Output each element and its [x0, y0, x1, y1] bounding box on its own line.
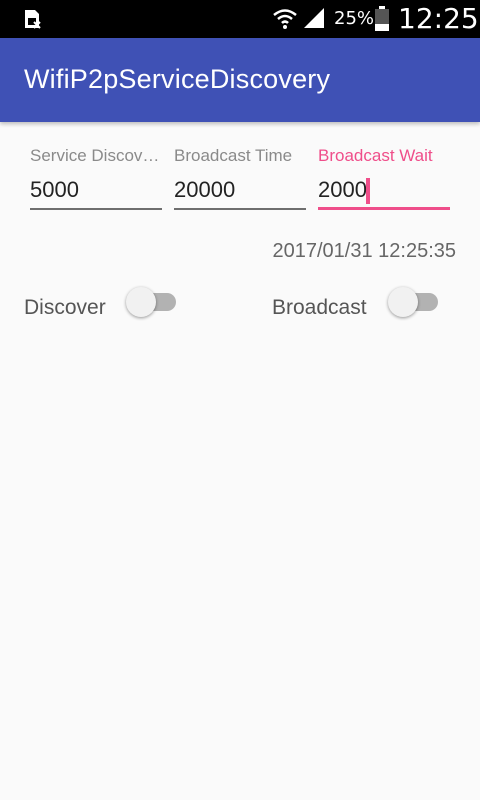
broadcast-wait-label: Broadcast Wait: [318, 146, 433, 165]
discover-label: Discover: [24, 296, 106, 319]
service-discovery-field[interactable]: Service Discov…: [30, 146, 162, 216]
discover-switch[interactable]: [126, 287, 182, 317]
status-time: 12:25: [398, 2, 479, 35]
broadcast-time-field[interactable]: Broadcast Time: [174, 146, 306, 216]
broadcast-switch-thumb: [388, 287, 418, 317]
text-caret: [366, 178, 370, 204]
broadcast-time-input[interactable]: [174, 170, 306, 210]
broadcast-wait-field[interactable]: Broadcast Wait: [318, 146, 450, 216]
broadcast-time-underline: [174, 208, 306, 210]
service-discovery-underline: [30, 208, 162, 210]
discover-switch-thumb: [126, 287, 156, 317]
broadcast-wait-input[interactable]: [318, 170, 450, 210]
battery-icon: [375, 6, 389, 31]
broadcast-wait-underline: [318, 207, 450, 210]
broadcast-switch[interactable]: [388, 287, 444, 317]
broadcast-time-label: Broadcast Time: [174, 146, 293, 165]
status-bar: 25% 12:25: [0, 0, 480, 38]
cell-signal-icon: [304, 8, 324, 28]
broadcast-label: Broadcast: [272, 296, 367, 319]
sim-card-icon: [25, 10, 41, 29]
service-discovery-input[interactable]: [30, 170, 162, 210]
wifi-icon: [273, 9, 297, 29]
service-discovery-label: Service Discov…: [30, 146, 160, 165]
app-title: WifiP2pServiceDiscovery: [24, 64, 331, 94]
timestamp: 2017/01/31 12:25:35: [272, 240, 456, 262]
battery-percent: 25%: [334, 8, 375, 29]
app-bar: WifiP2pServiceDiscovery: [0, 38, 480, 122]
